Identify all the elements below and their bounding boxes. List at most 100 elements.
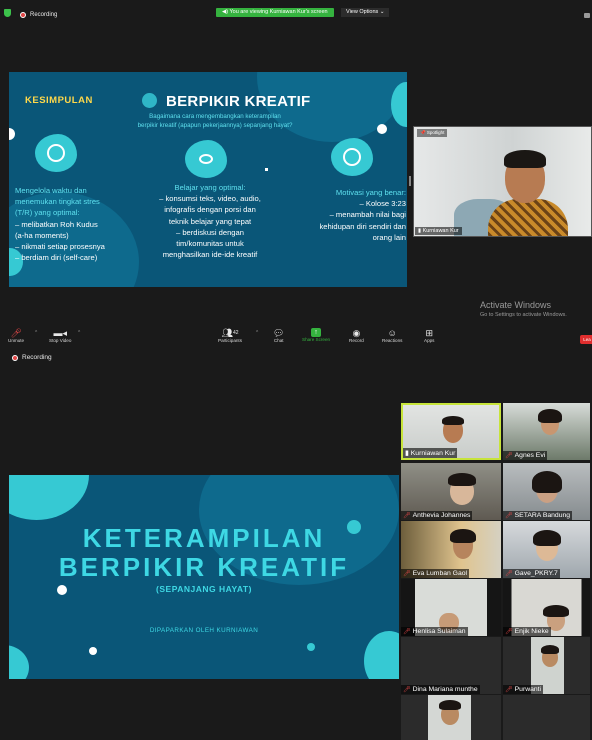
unmute-button[interactable]: 🎤︎ Unmute (8, 328, 24, 343)
participant-name-tag: 🎤︎ Enjik Nieke (503, 627, 551, 636)
apps-label: Apps (424, 338, 435, 343)
learning-column: Belajar yang optimal: – konsumsi teks, v… (139, 182, 281, 260)
record-dot-icon (12, 354, 18, 361)
participant-tile[interactable] (503, 695, 590, 740)
participant-name: Anthevia Johannes (412, 512, 471, 519)
chevron-up-icon[interactable]: ⌃ (255, 330, 259, 336)
column-line: kehidupan diri sendiri dan (319, 221, 406, 231)
muted-mic-icon: 🎤︎ (505, 571, 513, 577)
slide-title: BERPIKIR KREATIF (166, 93, 311, 110)
record-button[interactable]: ◉ Record (349, 328, 364, 343)
share-screen-icon: ↑ (311, 328, 322, 337)
spotlight-tag: 📌 Spotlight (417, 129, 448, 137)
participant-tile[interactable]: 🎤︎ SETARA Bandung (503, 463, 590, 520)
chat-button[interactable]: 💬︎ Chat (273, 328, 284, 343)
top-meeting-view: Recording ◀) You are viewing Kurniawan K… (0, 0, 592, 352)
reactions-icon: ☺ (387, 328, 397, 338)
stop-video-button[interactable]: ▬◂ Stop Video (49, 328, 71, 343)
participant-tile[interactable]: 🎤︎ Eva Lumban Gaol (401, 521, 501, 578)
bg-dot (9, 128, 15, 140)
participant-hair (538, 409, 562, 423)
share-banner: ◀) You are viewing Kurniawan Kur's scree… (216, 8, 334, 17)
slide-subtitle: (SEPANJANG HAYAT) (156, 584, 252, 594)
slide-presenter: DIPAPARKAN OLEH KURNIAWAN (149, 627, 259, 634)
participant-tile[interactable] (401, 695, 501, 740)
leave-button[interactable]: Lea (580, 335, 592, 344)
panel-resize-handle[interactable] (409, 176, 411, 186)
participant-name-tag: 🎤︎ Henlisa Sulaiman (401, 627, 468, 636)
view-options-button[interactable]: View Options ⌄ (341, 8, 390, 17)
column-heading: menemukan tingkat stres (15, 197, 100, 207)
muted-mic-icon: 🎤︎ (10, 328, 22, 338)
subtitle-line: Bagaimana cara mengembangkan keterampila… (149, 113, 281, 120)
recording-indicator[interactable]: Recording (20, 12, 57, 18)
muted-mic-icon: 🎤︎ (403, 571, 411, 577)
column-heading: Motivasi yang benar: (335, 188, 406, 197)
participant-tile[interactable]: 🎤︎ Gave_PKRY.7 (503, 521, 590, 578)
participant-hair (450, 529, 476, 543)
participant-name: Eva Lumban Gaol (412, 570, 468, 577)
apps-button[interactable]: ⊞ Apps (424, 328, 434, 343)
camera-aperture-icon (331, 138, 373, 176)
participant-name-tag: ▮ Kurniawan Kur (403, 448, 458, 458)
participants-label: Participants (218, 338, 243, 343)
bg-blob (364, 631, 399, 679)
muted-mic-icon: 🎤︎ (505, 453, 513, 459)
recording-label: Recording (30, 12, 58, 18)
reactions-button[interactable]: ☺ Reactions (382, 328, 402, 343)
speaker-name: Kurniawan Kur (422, 228, 459, 234)
participant-name-tag: 🎤︎ Purwanti (503, 685, 544, 694)
column-line: (a-ha moments) (15, 230, 69, 240)
chevron-up-icon[interactable]: ⌃ (77, 330, 81, 336)
kesimpulan-heading: KESIMPULAN (25, 95, 93, 106)
meeting-toolbar: 🎤︎ Unmute ⌃ ▬◂ Stop Video ⌃ 👥︎ 42 Partici… (0, 326, 592, 352)
record-label: Record (349, 338, 364, 343)
column-heading: Belajar yang optimal: (174, 183, 246, 192)
minimize-icon[interactable] (584, 13, 590, 18)
motivation-column: Motivasi yang benar: – Kolose 3:23 – men… (285, 187, 406, 243)
participants-button[interactable]: 👥︎ 42 Participants (218, 328, 242, 343)
activate-windows-watermark: Activate Windows Go to Settings to activ… (480, 300, 567, 318)
participant-hair (543, 605, 569, 617)
record-dot-icon (20, 12, 26, 18)
speaker-video[interactable]: 📌 Spotlight ▮ Kurniawan Kur (413, 126, 592, 237)
participant-tile[interactable]: 🎤︎ Anthevia Johannes (401, 463, 501, 520)
speaker-shirt (488, 199, 568, 236)
bg-dot (89, 647, 97, 655)
participant-name: Agnes Evi (514, 452, 546, 459)
record-icon: ◉ (352, 328, 361, 338)
column-line: infografis dengan porsi dan (164, 205, 256, 215)
chat-label: Chat (273, 338, 284, 343)
column-line: – menambah nilai bagi (329, 210, 406, 220)
muted-mic-icon: 🎤︎ (403, 687, 411, 693)
column-line: tim/komunitas untuk (176, 239, 244, 249)
participant-name: Gave_PKRY.7 (514, 570, 558, 577)
bg-blob (9, 475, 89, 520)
security-shield-icon[interactable] (4, 9, 11, 17)
participant-name: Enjik Nieke (514, 628, 549, 635)
chevron-up-icon[interactable]: ⌃ (34, 330, 38, 336)
column-heading: (T/R) yang optimal: (15, 208, 80, 218)
participant-tile[interactable]: 🎤︎ Purwanti (503, 637, 590, 694)
participant-name: Henlisa Sulaiman (412, 628, 466, 635)
column-line: – berdiam diri (self-care) (15, 253, 98, 263)
participant-tile[interactable]: 🎤︎ Agnes Evi (503, 403, 590, 460)
participant-tile[interactable]: 🎤︎ Enjik Nieke (503, 579, 590, 636)
share-screen-button[interactable]: ↑ Share Screen (302, 328, 330, 342)
shared-slide-conclusion: KESIMPULAN BERPIKIR KREATIF Bagaimana ca… (9, 72, 407, 287)
column-line: menghasilkan ide-ide kreatif (162, 250, 258, 260)
participant-tile[interactable]: ▮ Kurniawan Kur (401, 403, 501, 460)
participant-tile[interactable]: 🎤︎ Dina Mariana munthe (401, 637, 501, 694)
recording-indicator[interactable]: Recording (12, 354, 52, 361)
stop-video-label: Stop Video (49, 338, 72, 343)
muted-mic-icon: 🎤︎ (505, 687, 513, 693)
zoom-window: Recording ◀) You are viewing Kurniawan K… (0, 0, 592, 740)
subtitle-line: berpikir kreatif (apapun pekerjaannya) s… (137, 122, 293, 129)
unmute-label: Unmute (8, 338, 25, 343)
bg-dot (307, 643, 315, 651)
participant-name: Purwanti (514, 686, 542, 693)
participant-name: SETARA Bandung (514, 512, 571, 519)
column-heading: Mengelola waktu dan (15, 186, 87, 195)
participant-tile[interactable]: 🎤︎ Henlisa Sulaiman (401, 579, 501, 636)
slide-subtitle: Bagaimana cara mengembangkan keterampila… (105, 112, 325, 130)
